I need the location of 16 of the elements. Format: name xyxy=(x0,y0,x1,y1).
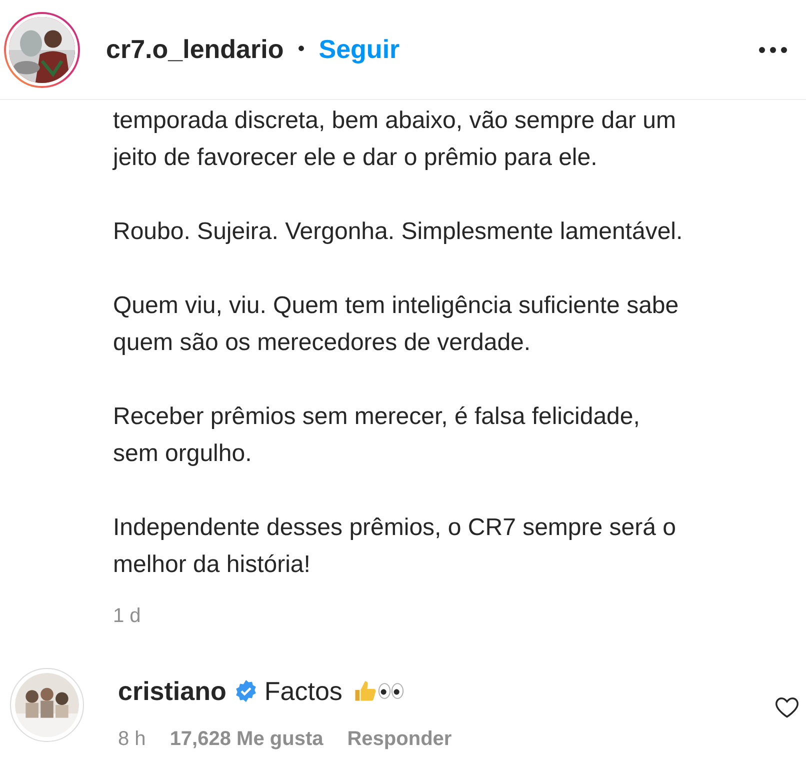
reply-link[interactable]: Responder xyxy=(347,728,452,751)
username[interactable]: cr7.o_lendario xyxy=(106,34,284,65)
separator: • xyxy=(298,38,305,61)
comment-time: 8 h xyxy=(118,728,146,751)
post-time: 1 d xyxy=(113,605,142,628)
commenter-username[interactable]: cristiano xyxy=(118,676,226,706)
caption-paragraph: temporada discreta, bem abaixo, vão sempre dar um jeito de favorecer ele e dar o prêmio para ele. xyxy=(113,106,677,173)
caption-paragraph: Receber prêmios sem merecer, é falsa felicidade, sem orgulho. xyxy=(113,402,641,469)
caption-paragraph: Independente desses prêmios, o CR7 sempre será o melhor da história! xyxy=(113,513,677,580)
more-options-icon[interactable] xyxy=(758,46,788,54)
eyes-icon xyxy=(378,682,404,700)
caption-paragraph: Quem viu, viu. Quem tem inteligência suficiente sabe quem são os merecedores de verdade. xyxy=(113,291,680,358)
likes-count[interactable]: 17,628 Me gusta xyxy=(170,728,324,751)
follow-link[interactable]: Seguir xyxy=(318,34,400,65)
caption-paragraph: Roubo. Sujeira. Vergonha. Simplesmente lamentável. xyxy=(113,217,684,247)
comment-text: Factos xyxy=(264,676,342,706)
